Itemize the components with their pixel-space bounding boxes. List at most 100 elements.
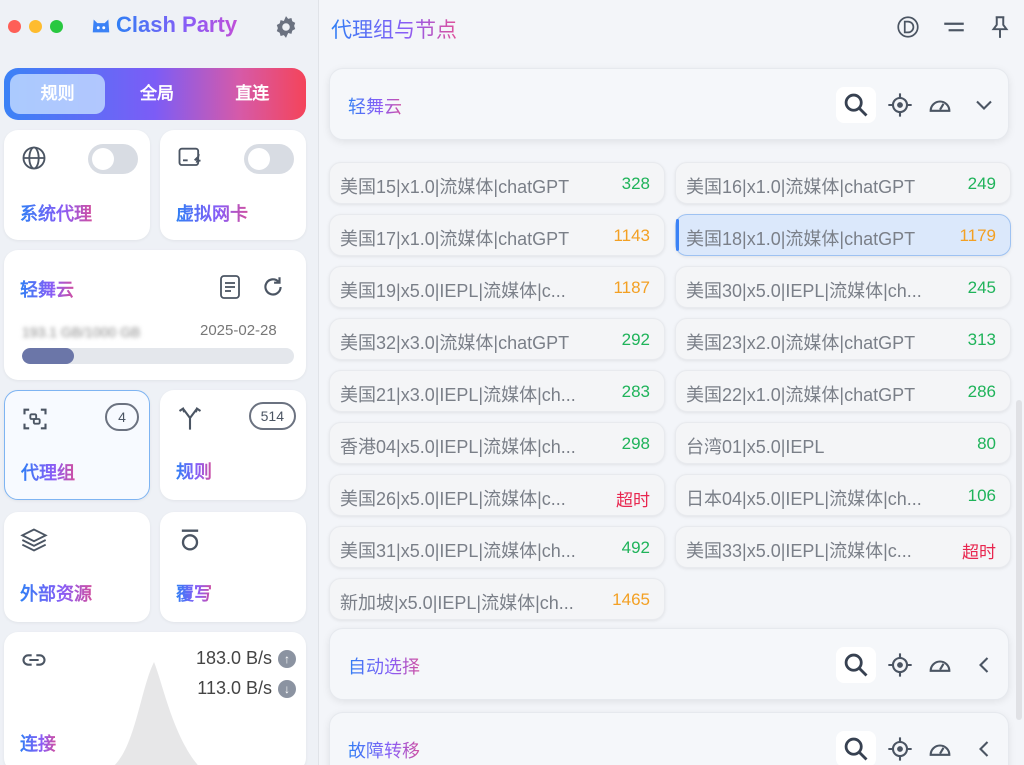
top-bar: 代理组与节点 — [319, 0, 1024, 56]
node-delay[interactable]: 492 — [622, 538, 650, 558]
proxy-node[interactable]: 美国17|x1.0|流媒体|chatGPT 1143 — [329, 214, 665, 256]
locate-icon[interactable] — [886, 735, 914, 763]
profile-card[interactable]: 轻舞云 193.1 GB/1000 GB 2025-02-28 — [4, 250, 306, 380]
node-delay[interactable]: 298 — [622, 434, 650, 454]
minimize-window-button[interactable] — [29, 20, 42, 33]
cat-logo-icon — [92, 19, 110, 33]
node-name: 美国32|x3.0|流媒体|chatGPT — [340, 333, 570, 353]
profile-name: 轻舞云 — [20, 276, 74, 302]
speedometer-icon[interactable] — [926, 651, 954, 679]
group-header-failover[interactable]: 故障转移 — [329, 712, 1009, 765]
group-header-auto[interactable]: 自动选择 — [329, 628, 1009, 700]
mode-global-tab[interactable]: 全局 — [109, 74, 204, 114]
profile-usage-bar — [22, 348, 294, 364]
tun-label: 虚拟网卡 — [176, 200, 248, 226]
proxy-node[interactable]: 美国18|x1.0|流媒体|chatGPT 1179 — [675, 214, 1011, 256]
scan-icon — [23, 408, 47, 430]
node-delay[interactable]: 1187 — [613, 278, 650, 298]
connections-label: 连接 — [20, 730, 56, 756]
search-icon — [844, 653, 868, 677]
layers-icon — [20, 528, 48, 552]
node-delay[interactable]: 249 — [968, 174, 996, 194]
tun-toggle[interactable] — [244, 144, 294, 174]
proxy-node[interactable]: 美国32|x3.0|流媒体|chatGPT 292 — [329, 318, 665, 360]
chevron-left-icon[interactable] — [970, 735, 998, 763]
fork-icon — [178, 407, 202, 430]
proxy-groups-count: 4 — [105, 403, 139, 431]
node-delay[interactable]: 313 — [968, 330, 996, 350]
node-name: 美国22|x1.0|流媒体|chatGPT — [686, 385, 916, 405]
gear-icon[interactable] — [273, 14, 299, 40]
node-name: 美国30|x5.0|IEPL|流媒体|ch... — [686, 281, 922, 301]
group-name: 自动选择 — [348, 653, 420, 679]
node-delay[interactable]: 80 — [977, 434, 996, 454]
resources-card[interactable]: 外部资源 — [4, 512, 150, 622]
proxy-node[interactable]: 新加坡|x5.0|IEPL|流媒体|ch... 1465 — [329, 578, 665, 620]
group-name: 故障转移 — [348, 737, 420, 763]
rules-count: 514 — [248, 402, 296, 430]
chevron-left-icon[interactable] — [970, 651, 998, 679]
proxy-groups-card[interactable]: 4 代理组 — [4, 390, 150, 500]
node-delay[interactable]: 286 — [968, 382, 996, 402]
node-delay[interactable]: 328 — [622, 174, 650, 194]
node-delay[interactable]: 283 — [622, 382, 650, 402]
search-icon — [844, 93, 868, 117]
mode-switcher: 规则 全局 直连 — [4, 68, 306, 120]
override-card[interactable]: 覆写 — [160, 512, 306, 622]
locate-icon[interactable] — [886, 651, 914, 679]
proxy-node[interactable]: 美国30|x5.0|IEPL|流媒体|ch... 245 — [675, 266, 1011, 308]
node-delay[interactable]: 超时 — [616, 486, 650, 511]
node-delay[interactable]: 106 — [968, 486, 996, 506]
system-proxy-toggle[interactable] — [88, 144, 138, 174]
proxy-node[interactable]: 日本04|x5.0|IEPL|流媒体|ch... 106 — [675, 474, 1011, 516]
sort-icon[interactable] — [941, 14, 967, 40]
override-icon — [181, 529, 199, 551]
mode-rule-tab[interactable]: 规则 — [10, 74, 106, 114]
node-name: 美国17|x1.0|流媒体|chatGPT — [340, 229, 570, 249]
pin-icon[interactable] — [987, 14, 1013, 40]
speedometer-icon[interactable] — [926, 91, 954, 119]
node-delay[interactable]: 超时 — [962, 538, 996, 563]
proxy-node[interactable]: 美国33|x5.0|IEPL|流媒体|c... 超时 — [675, 526, 1011, 568]
node-name: 美国31|x5.0|IEPL|流媒体|ch... — [340, 541, 576, 561]
proxy-node[interactable]: 美国19|x5.0|IEPL|流媒体|c... 1187 — [329, 266, 665, 308]
mode-direct-tab[interactable]: 直连 — [205, 74, 300, 114]
proxy-node[interactable]: 美国23|x2.0|流媒体|chatGPT 313 — [675, 318, 1011, 360]
group-header-qingwuyun[interactable]: 轻舞云 — [329, 68, 1009, 140]
profile-usage: 193.1 GB/1000 GB — [22, 324, 141, 340]
proxy-node[interactable]: 香港04|x5.0|IEPL|流媒体|ch... 298 — [329, 422, 665, 464]
arrow-down-icon: ↓ — [278, 679, 296, 698]
node-delay[interactable]: 1465 — [612, 590, 650, 610]
tun-card[interactable]: 虚拟网卡 — [160, 130, 306, 240]
proxy-node[interactable]: 台湾01|x5.0|IEPL 80 — [675, 422, 1011, 464]
rules-card[interactable]: 514 规则 — [160, 390, 306, 500]
close-window-button[interactable] — [8, 20, 21, 33]
proxy-node[interactable]: 美国22|x1.0|流媒体|chatGPT 286 — [675, 370, 1011, 412]
zoom-window-button[interactable] — [50, 20, 63, 33]
proxy-node[interactable]: 美国31|x5.0|IEPL|流媒体|ch... 492 — [329, 526, 665, 568]
proxy-groups-label: 代理组 — [21, 459, 75, 485]
search-icon — [844, 737, 868, 761]
node-name: 美国16|x1.0|流媒体|chatGPT — [686, 177, 916, 197]
locate-icon[interactable] — [886, 91, 914, 119]
proxy-node[interactable]: 美国26|x5.0|IEPL|流媒体|c... 超时 — [329, 474, 665, 516]
direct-mode-icon[interactable] — [895, 14, 921, 40]
proxy-node[interactable]: 美国16|x1.0|流媒体|chatGPT 249 — [675, 162, 1011, 204]
connections-card[interactable]: 183.0 B/s ↑ 113.0 B/s ↓ 连接 — [4, 632, 306, 765]
document-icon[interactable] — [218, 274, 242, 300]
node-name: 美国33|x5.0|IEPL|流媒体|c... — [686, 541, 912, 561]
system-proxy-label: 系统代理 — [20, 200, 92, 226]
system-proxy-card[interactable]: 系统代理 — [4, 130, 150, 240]
node-delay[interactable]: 1143 — [613, 226, 650, 246]
node-delay[interactable]: 292 — [622, 330, 650, 350]
node-delay[interactable]: 245 — [968, 278, 996, 298]
refresh-icon[interactable] — [260, 274, 286, 300]
scrollbar[interactable] — [1016, 400, 1022, 720]
node-delay[interactable]: 1179 — [959, 226, 996, 246]
chevron-down-icon[interactable] — [970, 91, 998, 119]
proxy-node[interactable]: 美国21|x3.0|IEPL|流媒体|ch... 283 — [329, 370, 665, 412]
proxy-node[interactable]: 美国15|x1.0|流媒体|chatGPT 328 — [329, 162, 665, 204]
main-panel: 代理组与节点 轻舞云 美国15|x1.0|流媒体|chatGPT 328 美国1… — [318, 0, 1024, 765]
speedometer-icon[interactable] — [926, 735, 954, 763]
arrow-up-icon: ↑ — [278, 649, 296, 668]
